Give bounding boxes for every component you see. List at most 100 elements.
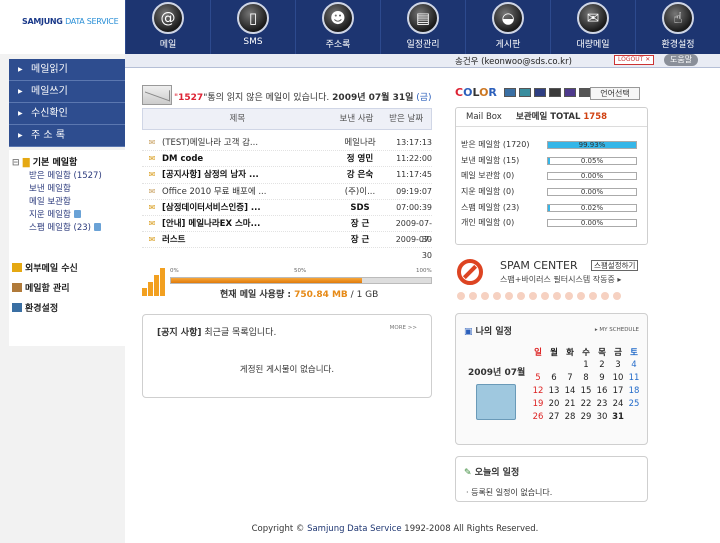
logo-text: SAMJUNG [22,17,63,26]
tree-title-label: 기본 메일함 [32,158,78,168]
calendar-day[interactable]: 17 [610,384,626,397]
table-row[interactable]: ✉ Office 2010 무료 배포에 ... (주)이... 09:19:07 [142,184,432,200]
calendar-day[interactable]: 6 [546,371,562,384]
calendar-day[interactable]: 8 [578,371,594,384]
nav-bowl[interactable]: ◒ 게시판 [465,0,550,54]
folder-item[interactable]: 스팸 메일함 (23) [12,222,122,235]
mailbox-row[interactable]: 지운 메일함 (0) 0.00% [456,184,647,200]
mail-subject[interactable]: [삼정데이터서비스인증] ... [162,200,332,215]
mail-sender: 정 영민 [346,154,374,165]
folder-item[interactable]: 받은 메일함 (1527) [12,170,122,183]
envelope-icon: ✉ [577,2,609,34]
calendar-day[interactable]: 4 [626,358,642,371]
color-swatch[interactable] [534,88,546,97]
color-swatch[interactable] [549,88,561,97]
folder-label: 받은 메일함 (1527) [29,171,102,181]
calendar-day[interactable] [546,358,562,371]
spam-settings-button[interactable]: 스팸설정하기 [591,260,639,271]
mail-subject[interactable]: DM code [162,151,332,166]
table-row[interactable]: ✉ 러스트 장 근 2009-07-30 [142,232,432,260]
my-schedule-link[interactable]: ▸ MY SCHEDULE [595,327,639,333]
calendar-day[interactable]: 15 [578,384,594,397]
sidebar-tool[interactable]: 메일함 관리 [12,279,122,299]
color-title: COLOR [455,86,497,99]
calendar-day[interactable]: 5 [530,371,546,384]
calendar-day[interactable]: 24 [610,397,626,410]
calendar-day[interactable]: 20 [546,397,562,410]
notice-more-link[interactable]: MORE >> [390,325,417,331]
calendar-day[interactable]: 11 [626,371,642,384]
folder-item[interactable]: 보낸 메일함 [12,183,122,196]
calendar-day[interactable]: 27 [546,410,562,423]
calendar-day[interactable]: 31 [610,410,626,423]
calendar-day[interactable] [530,358,546,371]
table-row[interactable]: ✉ [공지사항] 삼정의 남자 ... 강 은숙 11:17:45 [142,167,432,184]
nav-envelope[interactable]: ✉ 대량메일 [550,0,635,54]
sidebar-tool[interactable]: 환경설정 [12,299,122,319]
help-button[interactable]: 도움말 [664,54,699,66]
mailbox-row[interactable]: 메일 보관함 (0) 0.00% [456,168,647,184]
sidebar-menu-item[interactable]: 주 소 록 [9,125,125,147]
folder-item[interactable]: 메일 보관함 [12,196,122,209]
table-row[interactable]: ✉ [삼정데이터서비스인증] ... SDS 07:00:39 [142,200,432,216]
sidebar-menu-item[interactable]: 메일쓰기 [9,81,125,103]
calendar-day[interactable]: 19 [530,397,546,410]
calendar-day[interactable]: 30 [594,410,610,423]
trash-icon[interactable] [73,210,81,218]
mail-subject[interactable]: [공지사항] 삼정의 남자 ... [162,167,332,182]
logo[interactable]: SAMJUNG DATA SERVICE [0,0,125,54]
table-row[interactable]: ✉ DM code 정 영민 11:22:00 [142,151,432,168]
tree-title[interactable]: ⊟ ▇ 기본 메일함 [12,156,122,170]
calendar-day[interactable]: 1 [578,358,594,371]
logout-button[interactable]: LOGOUT ✕ [614,55,655,65]
mail-subject[interactable]: 러스트 [162,232,332,247]
usage-fill [171,278,362,283]
unread-count[interactable]: 1527 [178,93,203,103]
calendar-day[interactable]: 18 [626,384,642,397]
calendar-day[interactable]: 14 [562,384,578,397]
calendar-day[interactable] [562,358,578,371]
calendar-day[interactable]: 3 [610,358,626,371]
table-row[interactable]: ✉ [안내] 메일나라EX 스마... 장 근 2009-07-30 [142,216,432,244]
nav-phone[interactable]: ▯ SMS [210,0,295,54]
sidebar-menu-item[interactable]: 메일읽기 [9,59,125,81]
calendar-day[interactable]: 29 [578,410,594,423]
mail-subject[interactable]: [안내] 메일나라EX 스마... [162,216,332,231]
calendar-day[interactable]: 7 [562,371,578,384]
calendar-day[interactable]: 25 [626,397,642,410]
calendar-day[interactable]: 9 [594,371,610,384]
color-swatch[interactable] [504,88,516,97]
calendar-day[interactable]: 2 [594,358,610,371]
trash-icon[interactable] [93,223,101,231]
mailbox-row[interactable]: 보낸 메일함 (15) 0.05% [456,153,647,169]
calendar-day[interactable]: 23 [594,397,610,410]
color-swatch[interactable] [519,88,531,97]
calendar-day[interactable]: 16 [594,384,610,397]
nav-person[interactable]: ☻ 주소록 [295,0,380,54]
top-nav: @ 메일 ▯ SMS ☻ 주소록 ▤ 일정관리 ◒ 게시판 ✉ 대량메일 ☝ 환경설정 [125,0,720,54]
calendar-day[interactable] [626,410,642,423]
nav-notepad[interactable]: ▤ 일정관리 [380,0,465,54]
nav-label: 일정관리 [406,40,440,50]
calendar-day[interactable]: 22 [578,397,594,410]
calendar-day[interactable]: 28 [562,410,578,423]
calendar-day[interactable]: 12 [530,384,546,397]
calendar-day[interactable]: 21 [562,397,578,410]
mail-subject[interactable]: Office 2010 무료 배포에 ... [162,184,332,199]
mailbox-row[interactable]: 스팸 메일함 (23) 0.02% [456,200,647,216]
calendar-day[interactable]: 26 [530,410,546,423]
sidebar-tool[interactable]: 외부메일 수신 [12,259,122,279]
sidebar-menu-item[interactable]: 수신확인 [9,103,125,125]
mailbox-total: 1758 [583,112,608,122]
mailbox-row[interactable]: 받은 메일함 (1720) 99.93% [456,137,647,153]
mail-subject[interactable]: (TEST)메일나라 고객 감... [162,135,332,150]
language-button[interactable]: 언어선택 [590,87,640,100]
table-row[interactable]: ✉ (TEST)메일나라 고객 감... 메일나라 13:17:13 [142,135,432,152]
folder-item[interactable]: 지운 메일함 [12,209,122,222]
calendar-day[interactable]: 10 [610,371,626,384]
calendar-day[interactable]: 13 [546,384,562,397]
nav-at[interactable]: @ 메일 [125,0,210,54]
nav-hand[interactable]: ☝ 환경설정 [635,0,720,54]
color-swatch[interactable] [564,88,576,97]
mailbox-row[interactable]: 개인 메일함 (0) 0.00% [456,215,647,231]
